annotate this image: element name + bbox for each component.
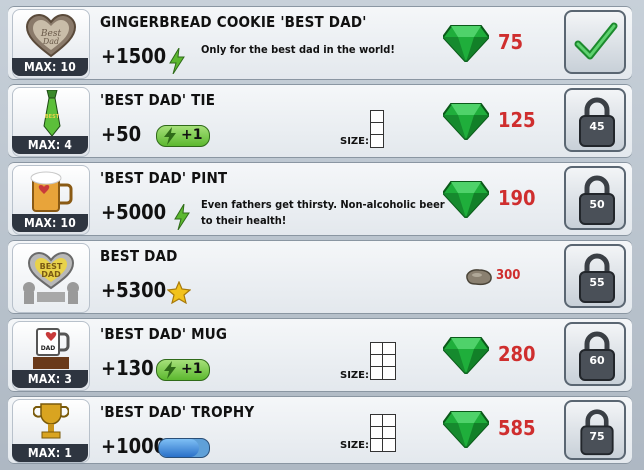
- locked-button[interactable]: 60: [564, 322, 626, 386]
- gem-price: 585: [498, 416, 536, 440]
- item-description: Only for the best dad in the world!: [201, 43, 395, 56]
- gingerbread-heart-cookie-icon: Best Dad: [25, 14, 77, 58]
- coin-reward: +130: [101, 356, 154, 380]
- unlock-level: 60: [589, 354, 605, 367]
- size-grid: [370, 110, 384, 148]
- emerald-gem-icon: [443, 337, 489, 374]
- stone-price: 300: [496, 268, 521, 283]
- coin-reward: +1000: [101, 434, 167, 458]
- gem-price: 190: [498, 186, 536, 210]
- max-quantity: MAX: 4: [12, 136, 88, 154]
- locked-button[interactable]: 50: [564, 166, 626, 230]
- shop-item-trophy: MAX: 1 'BEST DAD' TROPHY +1000 SIZE: 585…: [8, 396, 632, 464]
- energy-reward-value: +1: [181, 361, 203, 377]
- unlock-level: 75: [589, 430, 605, 443]
- locked-button[interactable]: 55: [564, 244, 626, 308]
- item-title: 'BEST DAD' TROPHY: [100, 403, 255, 421]
- svg-text:DAD: DAD: [41, 270, 61, 279]
- star-icon: [167, 281, 191, 304]
- coin-reward: +5300: [101, 278, 167, 302]
- coin-reward: +5000: [101, 200, 167, 224]
- svg-text:Dad: Dad: [42, 37, 59, 46]
- max-quantity: MAX: 10: [12, 214, 88, 232]
- stone-currency-icon: [466, 269, 492, 286]
- size-label: SIZE:: [340, 440, 370, 451]
- coin-reward: +50: [101, 122, 142, 146]
- item-title: 'BEST DAD' PINT: [100, 169, 228, 187]
- emerald-gem-icon: [443, 411, 489, 448]
- emerald-gem-icon: [443, 25, 489, 62]
- item-title: 'BEST DAD' TIE: [100, 91, 216, 109]
- shop-item-pint: MAX: 10 'BEST DAD' PINT +5000 Even fathe…: [8, 162, 632, 236]
- mug-icon: DAD: [33, 328, 70, 369]
- shop-item-tie: BEST MAX: 4 'BEST DAD' TIE +50 +1 SIZE: …: [8, 84, 632, 158]
- item-title: BEST DAD: [100, 247, 178, 265]
- svg-text:BEST: BEST: [45, 114, 60, 120]
- beer-pint-icon: [30, 171, 73, 212]
- coin-reward: +1500: [101, 44, 167, 68]
- unlock-level: 45: [589, 120, 605, 133]
- shop-item-gingerbread-cookie: Best Dad MAX: 10 GINGERBREAD COOKIE 'BES…: [8, 6, 632, 80]
- best-dad-heart-statue-icon: BEST DAD: [23, 251, 79, 304]
- energy-bolt-icon: [164, 361, 176, 379]
- unlock-level: 50: [589, 198, 605, 211]
- size-label: SIZE:: [340, 370, 370, 381]
- shop-item-mug: DAD MAX: 3 'BEST DAD' MUG +130 +1 SIZE: …: [8, 318, 632, 392]
- energy-reward-value: +1: [181, 127, 203, 143]
- gem-price: 75: [498, 30, 524, 54]
- emerald-gem-icon: [443, 181, 489, 218]
- max-quantity: MAX: 10: [12, 58, 88, 76]
- max-quantity: MAX: 3: [12, 370, 88, 388]
- trophy-icon: [33, 403, 69, 439]
- gem-price: 125: [498, 108, 536, 132]
- locked-button[interactable]: 75: [564, 400, 626, 460]
- size-label: SIZE:: [340, 136, 370, 147]
- locked-button[interactable]: 45: [564, 88, 626, 152]
- max-quantity: MAX: 1: [12, 444, 88, 462]
- item-description: Even fathers get thirsty. Non-alcoholic …: [201, 198, 445, 227]
- gem-price: 280: [498, 342, 536, 366]
- size-grid: [370, 414, 396, 452]
- shop-item-best-dad: BEST DAD BEST DAD +5300 300 55: [8, 240, 632, 314]
- energy-bolt-icon: [169, 48, 185, 74]
- tie-icon: BEST: [43, 90, 61, 136]
- xp-reward-pill: [158, 438, 210, 458]
- item-title: 'BEST DAD' MUG: [100, 325, 228, 343]
- buy-button[interactable]: [564, 10, 626, 74]
- energy-reward-pill: +1: [156, 125, 210, 147]
- size-grid: [370, 342, 396, 380]
- item-title: GINGERBREAD COOKIE 'BEST DAD': [100, 13, 367, 31]
- unlock-level: 55: [589, 276, 605, 289]
- shop-list: Best Dad MAX: 10 GINGERBREAD COOKIE 'BES…: [0, 0, 644, 470]
- checkmark-icon: [574, 22, 618, 60]
- energy-reward-pill: +1: [156, 359, 210, 381]
- item-thumbnail: BEST DAD: [12, 243, 90, 313]
- emerald-gem-icon: [443, 103, 489, 140]
- energy-bolt-icon: [164, 127, 176, 145]
- energy-bolt-icon: [174, 204, 190, 230]
- svg-text:DAD: DAD: [41, 345, 56, 352]
